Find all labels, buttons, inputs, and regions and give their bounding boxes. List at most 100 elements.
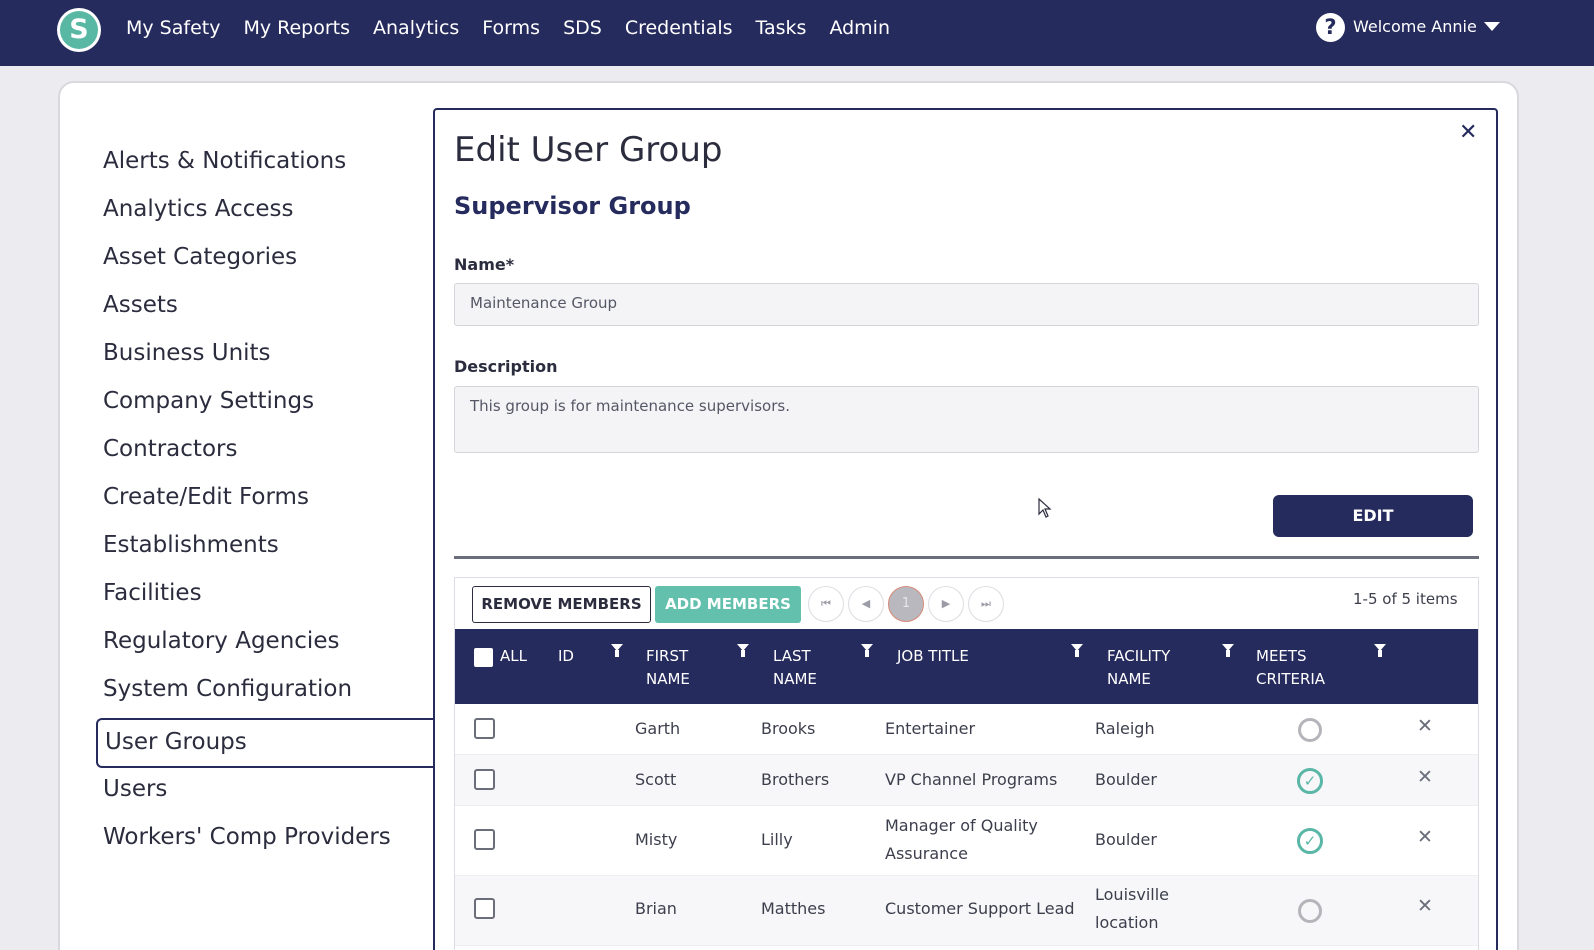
header-facility-name[interactable]: FACILITY NAME: [1107, 645, 1170, 691]
sidebar-item-asset-categories[interactable]: Asset Categories: [103, 236, 433, 284]
sidebar-item-establishments[interactable]: Establishments: [103, 524, 433, 572]
remove-members-button[interactable]: REMOVE MEMBERS: [472, 586, 651, 623]
sidebar-item-system-configuration[interactable]: System Configuration: [103, 668, 433, 716]
select-all-checkbox[interactable]: [474, 648, 493, 667]
table-row[interactable]: Brian Matthes Customer Support Lead Loui…: [455, 876, 1478, 946]
question-circle-icon[interactable]: ?: [1316, 13, 1345, 42]
remove-row-icon[interactable]: ✕: [1417, 715, 1433, 737]
sidebar-item-company-settings[interactable]: Company Settings: [103, 380, 433, 428]
name-label: Name*: [454, 255, 515, 274]
cell-last-name: Matthes: [761, 899, 826, 918]
last-page-icon[interactable]: ⏭: [968, 586, 1004, 622]
nav-my-reports[interactable]: My Reports: [243, 17, 350, 39]
mouse-cursor-icon: [1038, 498, 1052, 518]
filter-icon[interactable]: [737, 644, 749, 657]
sidebar-item-regulatory-agencies[interactable]: Regulatory Agencies: [103, 620, 433, 668]
header-last-name-line2: NAME: [773, 670, 817, 688]
cell-first-name: Scott: [635, 770, 677, 789]
header-first-name-line2: NAME: [646, 670, 690, 688]
filter-icon[interactable]: [861, 644, 873, 657]
header-first-name-line1: FIRST: [646, 647, 689, 665]
sidebar-item-create-edit-forms[interactable]: Create/Edit Forms: [103, 476, 433, 524]
prev-page-icon[interactable]: ◀: [848, 586, 884, 622]
header-all: ALL: [500, 647, 527, 665]
close-icon[interactable]: ✕: [1459, 120, 1477, 145]
sidebar-item-business-units[interactable]: Business Units: [103, 332, 433, 380]
table-row[interactable]: Misty Lilly Manager of Quality Assurance …: [455, 806, 1478, 876]
edit-button[interactable]: EDIT: [1273, 495, 1473, 537]
criteria-not-met-icon: [1298, 899, 1322, 923]
remove-row-icon[interactable]: ✕: [1417, 826, 1433, 848]
nav-credentials[interactable]: Credentials: [625, 17, 733, 39]
filter-icon[interactable]: [611, 644, 623, 657]
sidebar-item-contractors[interactable]: Contractors: [103, 428, 433, 476]
cell-facility-line1: Louisville: [1095, 885, 1169, 904]
header-facility-line2: NAME: [1107, 670, 1151, 688]
header-id[interactable]: ID: [558, 645, 574, 668]
nav-analytics[interactable]: Analytics: [373, 17, 459, 39]
filter-icon[interactable]: [1222, 644, 1234, 657]
sidebar-item-user-groups[interactable]: User Groups: [96, 718, 438, 768]
nav-sds[interactable]: SDS: [563, 17, 602, 39]
admin-sidebar: Alerts & Notifications Analytics Access …: [96, 140, 438, 864]
cell-facility: Louisville location: [1095, 881, 1169, 937]
table-row[interactable]: Scott Brothers VP Channel Programs Bould…: [455, 755, 1478, 806]
remove-row-icon[interactable]: ✕: [1417, 895, 1433, 917]
nav-forms[interactable]: Forms: [482, 17, 540, 39]
description-field[interactable]: This group is for maintenance supervisor…: [454, 386, 1479, 453]
header-meets-line2: CRITERIA: [1256, 670, 1326, 688]
chevron-down-icon[interactable]: [1484, 22, 1500, 31]
sidebar-item-analytics-access[interactable]: Analytics Access: [103, 188, 433, 236]
sidebar-item-assets[interactable]: Assets: [103, 284, 433, 332]
check-circle-icon: ✓: [1297, 828, 1323, 854]
remove-row-icon[interactable]: ✕: [1417, 766, 1433, 788]
header-last-name[interactable]: LAST NAME: [773, 645, 817, 691]
logo-letter: S: [60, 11, 98, 49]
app-logo[interactable]: S: [57, 8, 101, 52]
filter-icon[interactable]: [1374, 644, 1386, 657]
header-job-title[interactable]: JOB TITLE: [897, 645, 969, 668]
nav-my-safety[interactable]: My Safety: [126, 17, 220, 39]
first-page-icon[interactable]: ⏮: [808, 586, 844, 622]
header-facility-line1: FACILITY: [1107, 647, 1171, 665]
row-checkbox[interactable]: [474, 769, 495, 790]
cell-facility: Boulder: [1095, 770, 1157, 789]
header-first-name[interactable]: FIRST NAME: [646, 645, 690, 691]
row-checkbox[interactable]: [474, 829, 495, 850]
section-divider: [454, 556, 1479, 559]
sidebar-item-facilities[interactable]: Facilities: [103, 572, 433, 620]
header-meets-criteria[interactable]: MEETS CRITERIA: [1256, 645, 1325, 691]
nav-admin[interactable]: Admin: [829, 17, 890, 39]
sidebar-item-workers-comp[interactable]: Workers' Comp Providers: [103, 816, 433, 864]
cell-first-name: Misty: [635, 830, 678, 849]
add-members-button[interactable]: ADD MEMBERS: [655, 586, 801, 623]
cell-job-title: VP Channel Programs: [885, 770, 1058, 789]
cell-first-name: Brian: [635, 899, 677, 918]
next-page-icon[interactable]: ▶: [928, 586, 964, 622]
grid-toolbar: REMOVE MEMBERS ADD MEMBERS ⏮ ◀ 1 ▶ ⏭ 1-5…: [455, 578, 1478, 628]
nav-tasks[interactable]: Tasks: [756, 17, 807, 39]
page-number-current[interactable]: 1: [888, 586, 924, 622]
header-meets-line1: MEETS: [1256, 647, 1307, 665]
cell-last-name: Brothers: [761, 770, 830, 789]
sidebar-item-users[interactable]: Users: [103, 768, 433, 816]
cell-facility: Boulder: [1095, 830, 1157, 849]
welcome-user[interactable]: Welcome Annie: [1353, 17, 1477, 36]
cell-facility: Raleigh: [1095, 719, 1155, 738]
top-navbar: S My Safety My Reports Analytics Forms S…: [0, 0, 1594, 66]
table-row[interactable]: Garth Brooks Entertainer Raleigh ✕: [455, 704, 1478, 755]
items-summary: 1-5 of 5 items: [1353, 590, 1458, 608]
cell-job-title-line2: Assurance: [885, 844, 968, 863]
cell-job-title: Manager of Quality Assurance: [885, 812, 1038, 868]
name-field[interactable]: Maintenance Group: [454, 283, 1479, 326]
cell-first-name: Garth: [635, 719, 681, 738]
grid-header: ALL ID FIRST NAME LAST NAME JOB TITLE FACI…: [455, 629, 1478, 704]
row-checkbox[interactable]: [474, 898, 495, 919]
row-checkbox[interactable]: [474, 718, 495, 739]
main-nav: My Safety My Reports Analytics Forms SDS…: [126, 0, 913, 56]
filter-icon[interactable]: [1071, 644, 1083, 657]
cell-last-name: Brooks: [761, 719, 816, 738]
sidebar-item-alerts[interactable]: Alerts & Notifications: [103, 140, 433, 188]
check-circle-icon: ✓: [1297, 768, 1323, 794]
criteria-not-met-icon: [1298, 718, 1322, 742]
